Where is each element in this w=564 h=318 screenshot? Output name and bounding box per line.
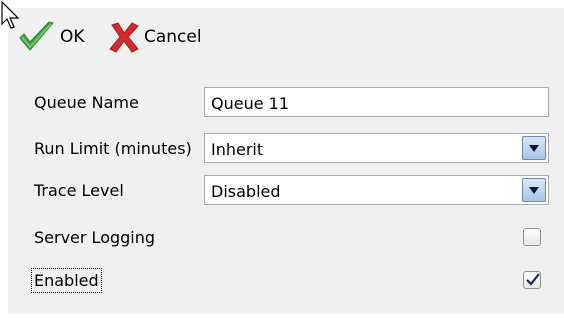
toolbar: OK Cancel bbox=[8, 8, 564, 64]
enabled-checkbox[interactable] bbox=[523, 271, 541, 289]
server-logging-row: Server Logging bbox=[8, 222, 564, 254]
checkmark-icon bbox=[526, 273, 540, 286]
server-logging-checkbox[interactable] bbox=[523, 228, 541, 246]
queue-name-row: Queue Name Queue 11 bbox=[8, 87, 564, 119]
dropdown-arrow-icon[interactable] bbox=[522, 136, 546, 160]
server-logging-label: Server Logging bbox=[34, 228, 156, 247]
checkmark-icon bbox=[16, 20, 56, 54]
queue-properties-panel: OK Cancel Queue Name Queue 11 Run Limit … bbox=[8, 8, 564, 314]
queue-name-input[interactable]: Queue 11 bbox=[204, 87, 549, 117]
cancel-label: Cancel bbox=[144, 27, 202, 47]
trace-level-label: Trace Level bbox=[34, 181, 124, 200]
mouse-cursor-icon bbox=[1, 0, 20, 29]
cancel-button[interactable]: Cancel bbox=[108, 21, 202, 53]
x-icon bbox=[108, 21, 140, 53]
trace-level-row: Trace Level Disabled bbox=[8, 175, 564, 207]
trace-level-value: Disabled bbox=[211, 182, 281, 201]
ok-label: OK bbox=[60, 27, 85, 47]
run-limit-select[interactable]: Inherit bbox=[204, 133, 549, 163]
enabled-label[interactable]: Enabled bbox=[31, 268, 102, 293]
run-limit-value: Inherit bbox=[211, 140, 264, 159]
queue-name-label: Queue Name bbox=[34, 93, 139, 112]
run-limit-row: Run Limit (minutes) Inherit bbox=[8, 133, 564, 165]
dropdown-arrow-icon[interactable] bbox=[522, 178, 546, 202]
ok-button[interactable]: OK bbox=[16, 20, 85, 54]
trace-level-select[interactable]: Disabled bbox=[204, 175, 549, 205]
run-limit-label: Run Limit (minutes) bbox=[34, 139, 192, 158]
enabled-row: Enabled bbox=[8, 265, 564, 297]
